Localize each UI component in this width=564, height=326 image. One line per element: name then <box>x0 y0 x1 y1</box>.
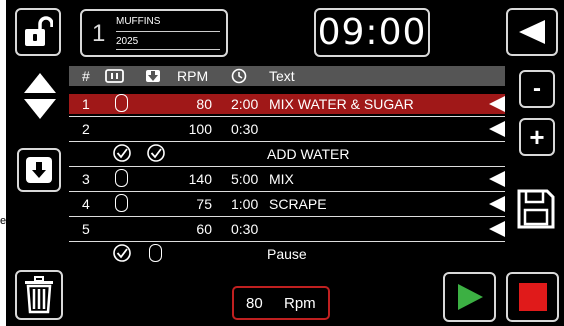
insert-checkbox[interactable] <box>149 244 162 262</box>
insert-step-button[interactable] <box>17 148 61 192</box>
recipe-selector[interactable]: 1 MUFFINS 2025 <box>80 9 228 57</box>
scroll-up-button[interactable] <box>23 72 57 94</box>
save-button[interactable] <box>514 186 558 232</box>
header-rpm: RPM <box>177 68 209 84</box>
row-text: MIX <box>269 171 294 187</box>
row-time: 1:00 <box>231 196 259 212</box>
trash-icon <box>25 276 53 314</box>
row-rpm: 140 <box>188 171 212 187</box>
recipe-divider <box>116 31 220 32</box>
row-number: 3 <box>82 171 90 187</box>
row-text: Pause <box>267 246 307 262</box>
row-time: 2:00 <box>231 96 259 112</box>
row-divider <box>69 166 505 167</box>
row-rpm: 60 <box>196 221 212 237</box>
recipe-name: MUFFINS <box>116 16 161 27</box>
table-row[interactable]: 2 100 0:30 <box>69 119 505 139</box>
pause-column-icon <box>105 69 124 83</box>
table-subrow[interactable]: ADD WATER <box>69 144 505 164</box>
row-divider <box>69 141 505 142</box>
row-select-arrow-icon <box>489 196 505 212</box>
row-select-arrow-icon <box>489 121 505 137</box>
unlock-button[interactable] <box>15 8 61 56</box>
arrow-down-icon <box>24 99 56 119</box>
table-subrow[interactable]: Pause <box>69 244 505 264</box>
row-divider <box>69 191 505 192</box>
table-row[interactable]: 4 75 1:00 SCRAPE <box>69 194 505 214</box>
play-icon <box>457 284 483 310</box>
row-select-arrow-icon <box>489 96 505 112</box>
row-time: 0:30 <box>231 121 259 137</box>
header-num: # <box>82 68 90 84</box>
step-table: # RPM Text 1 80 2:00 MIX WATER & SUGAR 2… <box>69 66 505 266</box>
table-row[interactable]: 1 80 2:00 MIX WATER & SUGAR <box>69 94 505 114</box>
arrow-up-icon <box>24 73 56 93</box>
back-button[interactable] <box>506 8 558 56</box>
row-divider <box>69 116 505 117</box>
insert-down-icon <box>26 157 52 183</box>
rpm-value: 80 <box>246 295 263 312</box>
clock-display: 09:00 <box>314 8 430 57</box>
row-select-arrow-icon <box>489 221 505 237</box>
row-number: 5 <box>82 221 90 237</box>
row-number: 1 <box>82 96 90 112</box>
row-number: 2 <box>82 121 90 137</box>
row-rpm: 80 <box>196 96 212 112</box>
row-divider <box>69 241 505 242</box>
row-rpm: 75 <box>196 196 212 212</box>
mixer-screen: 1 MUFFINS 2025 09:00 - + 80 Rpm # RPM Te… <box>6 0 564 326</box>
delete-button[interactable] <box>15 270 63 320</box>
recipe-number: 1 <box>92 20 106 47</box>
scroll-down-button[interactable] <box>23 98 57 120</box>
row-time: 0:30 <box>231 221 259 237</box>
insert-checked-icon[interactable] <box>147 144 165 162</box>
table-header: # RPM Text <box>69 66 505 86</box>
stop-button[interactable] <box>506 272 559 322</box>
row-text: ADD WATER <box>267 146 350 162</box>
save-icon <box>517 189 555 229</box>
decrease-button[interactable]: - <box>519 70 555 108</box>
row-rpm: 100 <box>188 121 212 137</box>
increase-button[interactable]: + <box>519 118 555 156</box>
row-text: MIX WATER & SUGAR <box>269 96 414 112</box>
unlock-icon <box>25 16 53 46</box>
row-text: SCRAPE <box>269 196 327 212</box>
play-button[interactable] <box>443 272 496 322</box>
rpm-unit: Rpm <box>284 295 316 312</box>
pause-checked-icon[interactable] <box>113 244 131 262</box>
row-select-arrow-icon <box>489 171 505 187</box>
recipe-divider-bottom <box>116 49 220 50</box>
header-text: Text <box>269 68 295 84</box>
rpm-display: 80 Rpm <box>232 286 330 320</box>
table-row[interactable]: 3 140 5:00 MIX <box>69 169 505 189</box>
pause-checkbox[interactable] <box>115 169 128 187</box>
pause-checkbox[interactable] <box>115 194 128 212</box>
clock-column-icon <box>231 68 247 84</box>
row-number: 4 <box>82 196 90 212</box>
pause-checkbox[interactable] <box>115 94 128 112</box>
recipe-year: 2025 <box>116 36 139 47</box>
clock-time: 09:00 <box>317 12 427 53</box>
back-arrow-icon <box>519 20 545 44</box>
pause-checked-icon[interactable] <box>113 144 131 162</box>
minus-label: - <box>533 75 541 102</box>
row-time: 5:00 <box>231 171 259 187</box>
row-divider <box>69 216 505 217</box>
table-row[interactable]: 5 60 0:30 <box>69 219 505 239</box>
insert-column-icon <box>145 69 161 83</box>
stop-icon <box>518 283 547 311</box>
plus-label: + <box>529 121 545 152</box>
